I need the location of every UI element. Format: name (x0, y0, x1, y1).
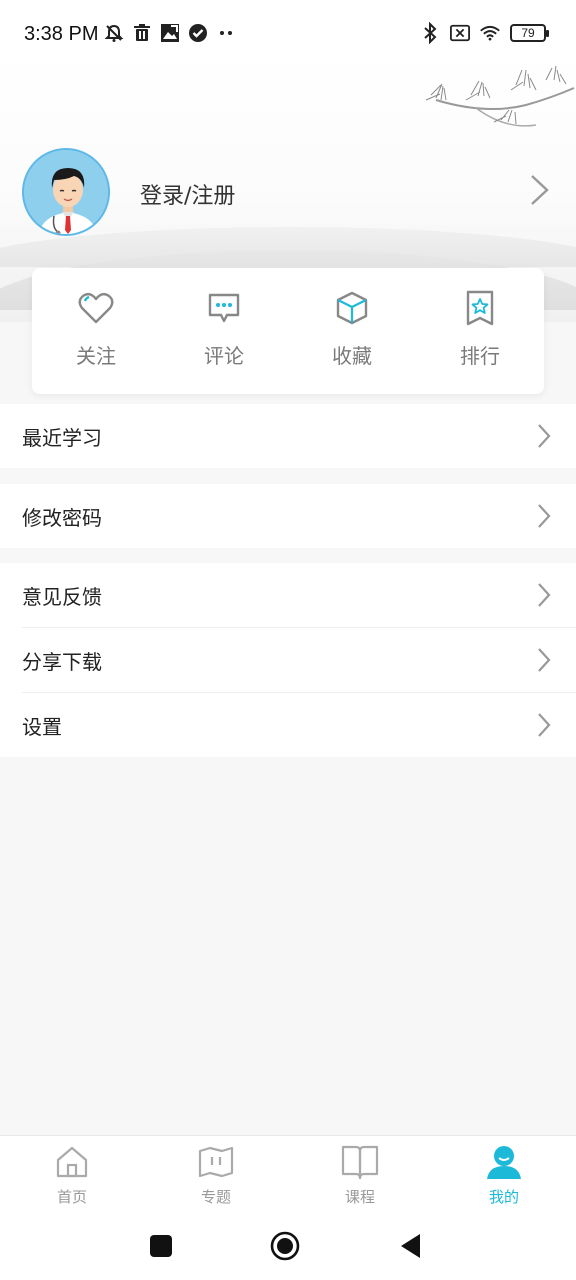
bottom-tab-bar: 首页 专题 课程 我的 (0, 1135, 576, 1217)
home-button-icon[interactable] (270, 1231, 300, 1261)
book-icon (340, 1142, 380, 1182)
tab-mine[interactable]: 我的 (432, 1136, 576, 1217)
menu-label: 意见反馈 (22, 584, 102, 609)
tab-label: 课程 (344, 1188, 375, 1206)
system-nav-bar (0, 1217, 576, 1280)
chevron-right-icon (538, 424, 551, 448)
battery-icon: 79 (510, 24, 549, 42)
bluetooth-icon (420, 22, 440, 44)
shortcut-label: 评论 (204, 344, 244, 368)
chevron-right-icon (538, 648, 551, 672)
heart-icon (76, 288, 116, 328)
chevron-right-icon (538, 713, 551, 737)
map-icon (196, 1142, 236, 1182)
menu-item-recent-learning[interactable]: 最近学习 (0, 404, 576, 468)
menu-label: 设置 (22, 714, 62, 739)
menu-item-share-download[interactable]: 分享下载 (22, 628, 576, 693)
chevron-right-icon[interactable] (528, 172, 552, 208)
shortcut-comment[interactable]: 评论 (160, 268, 288, 394)
login-register-link[interactable]: 登录/注册 (140, 178, 235, 210)
shortcut-follow[interactable]: 关注 (32, 268, 160, 394)
shortcut-label: 收藏 (332, 344, 372, 368)
menu-item-settings[interactable]: 设置 (0, 693, 576, 757)
menu-item-change-password[interactable]: 修改密码 (0, 484, 576, 548)
shortcut-ranking[interactable]: 排行 (416, 268, 544, 394)
tab-label: 专题 (200, 1188, 231, 1206)
check-circle-icon (188, 22, 208, 44)
menu-label: 分享下载 (22, 649, 102, 674)
tab-home[interactable]: 首页 (0, 1136, 144, 1217)
menu-label: 修改密码 (22, 505, 102, 530)
image-icon (160, 22, 180, 44)
tab-courses[interactable]: 课程 (288, 1136, 432, 1217)
back-button-icon[interactable] (396, 1231, 426, 1261)
comment-icon (204, 288, 244, 328)
home-icon (52, 1142, 92, 1182)
status-icons-left (104, 22, 236, 44)
tab-label: 首页 (56, 1188, 87, 1206)
recents-button-icon[interactable] (146, 1231, 176, 1261)
status-time: 3:38 PM (24, 23, 99, 45)
chevron-right-icon (538, 583, 551, 607)
user-icon (484, 1142, 524, 1182)
doctor-avatar-icon (24, 150, 108, 234)
shortcut-favorites[interactable]: 收藏 (288, 268, 416, 394)
chevron-right-icon (538, 504, 551, 528)
pine-branch-decoration (425, 65, 575, 127)
shortcut-label: 排行 (460, 344, 500, 368)
wifi-icon (480, 22, 500, 44)
menu-group-more: 意见反馈 分享下载 设置 (0, 563, 576, 757)
trash-icon (132, 22, 152, 44)
menu-group-password: 修改密码 (0, 484, 576, 548)
mute-icon (104, 22, 124, 44)
tab-label: 我的 (488, 1188, 519, 1206)
status-icons-right: 79 (420, 22, 549, 44)
cube-icon (332, 288, 372, 328)
star-bookmark-icon (460, 288, 500, 328)
avatar[interactable] (22, 148, 110, 236)
no-sim-icon (450, 22, 470, 44)
shortcut-label: 关注 (76, 344, 116, 368)
menu-item-feedback[interactable]: 意见反馈 (22, 563, 576, 628)
menu-label: 最近学习 (22, 425, 102, 450)
shortcuts-card: 关注 评论 收藏 排行 (32, 268, 544, 394)
more-dots-icon (216, 22, 236, 44)
tab-topics[interactable]: 专题 (144, 1136, 288, 1217)
menu-group-recent: 最近学习 (0, 404, 576, 468)
